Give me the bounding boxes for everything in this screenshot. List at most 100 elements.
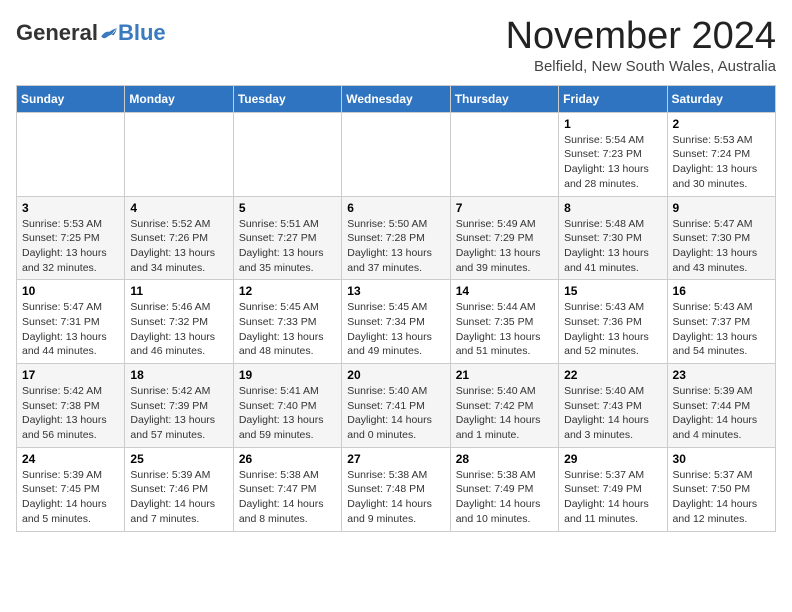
day-info: Sunrise: 5:37 AMSunset: 7:49 PMDaylight:…: [564, 468, 661, 527]
calendar-cell: 20 Sunrise: 5:40 AMSunset: 7:41 PMDayligh…: [342, 364, 450, 448]
calendar-cell: 17 Sunrise: 5:42 AMSunset: 7:38 PMDayligh…: [17, 364, 125, 448]
calendar-week-0: 1Sunrise: 5:54 AMSunset: 7:23 PMDaylight…: [17, 112, 776, 196]
day-number: 24: [22, 452, 119, 466]
day-info: Sunrise: 5:38 AMSunset: 7:47 PMDaylight:…: [239, 468, 336, 527]
calendar-cell: 25Sunrise: 5:39 AMSunset: 7:46 PMDayligh…: [125, 447, 233, 531]
calendar-cell: 26 Sunrise: 5:38 AMSunset: 7:47 PMDayligh…: [233, 447, 341, 531]
calendar-cell: 27 Sunrise: 5:38 AMSunset: 7:48 PMDayligh…: [342, 447, 450, 531]
calendar-cell: 24 Sunrise: 5:39 AMSunset: 7:45 PMDayligh…: [17, 447, 125, 531]
header-tuesday: Tuesday: [233, 85, 341, 112]
calendar-cell: 10 Sunrise: 5:47 AMSunset: 7:31 PMDayligh…: [17, 280, 125, 364]
logo-bird-icon: [100, 24, 118, 42]
day-number: 4: [130, 201, 227, 215]
day-info: Sunrise: 5:51 AMSunset: 7:27 PMDaylight:…: [239, 217, 336, 276]
day-info: Sunrise: 5:39 AMSunset: 7:44 PMDaylight:…: [673, 384, 770, 443]
day-number: 10: [22, 284, 119, 298]
day-info: Sunrise: 5:46 AMSunset: 7:32 PMDaylight:…: [130, 300, 227, 359]
day-number: 16: [673, 284, 770, 298]
day-number: 29: [564, 452, 661, 466]
day-info: Sunrise: 5:40 AMSunset: 7:42 PMDaylight:…: [456, 384, 553, 443]
day-number: 2: [673, 117, 770, 131]
day-number: 7: [456, 201, 553, 215]
title-block: November 2024 Belfield, New South Wales,…: [506, 16, 776, 75]
calendar-week-1: 3Sunrise: 5:53 AMSunset: 7:25 PMDaylight…: [17, 196, 776, 280]
day-number: 1: [564, 117, 661, 131]
calendar-cell: 6Sunrise: 5:50 AMSunset: 7:28 PMDaylight…: [342, 196, 450, 280]
calendar-cell: 1Sunrise: 5:54 AMSunset: 7:23 PMDaylight…: [559, 112, 667, 196]
day-number: 28: [456, 452, 553, 466]
header-sunday: Sunday: [17, 85, 125, 112]
calendar-cell: 16 Sunrise: 5:43 AMSunset: 7:37 PMDayligh…: [667, 280, 775, 364]
day-info: Sunrise: 5:39 AMSunset: 7:45 PMDaylight:…: [22, 468, 119, 527]
day-number: 21: [456, 368, 553, 382]
day-number: 27: [347, 452, 444, 466]
calendar-cell: 22Sunrise: 5:40 AMSunset: 7:43 PMDayligh…: [559, 364, 667, 448]
day-number: 18: [130, 368, 227, 382]
calendar-week-3: 17 Sunrise: 5:42 AMSunset: 7:38 PMDayligh…: [17, 364, 776, 448]
day-info: Sunrise: 5:52 AMSunset: 7:26 PMDaylight:…: [130, 217, 227, 276]
day-number: 14: [456, 284, 553, 298]
calendar-cell: 4 Sunrise: 5:52 AMSunset: 7:26 PMDaylight…: [125, 196, 233, 280]
day-info: Sunrise: 5:37 AMSunset: 7:50 PMDaylight:…: [673, 468, 770, 527]
day-info: Sunrise: 5:49 AMSunset: 7:29 PMDaylight:…: [456, 217, 553, 276]
day-info: Sunrise: 5:39 AMSunset: 7:46 PMDaylight:…: [130, 468, 227, 527]
day-number: 13: [347, 284, 444, 298]
calendar-cell: 21 Sunrise: 5:40 AMSunset: 7:42 PMDayligh…: [450, 364, 558, 448]
calendar-cell: 23Sunrise: 5:39 AMSunset: 7:44 PMDayligh…: [667, 364, 775, 448]
day-info: Sunrise: 5:43 AMSunset: 7:36 PMDaylight:…: [564, 300, 661, 359]
day-info: Sunrise: 5:53 AMSunset: 7:24 PMDaylight:…: [673, 133, 770, 192]
day-info: Sunrise: 5:44 AMSunset: 7:35 PMDaylight:…: [456, 300, 553, 359]
day-info: Sunrise: 5:40 AMSunset: 7:41 PMDaylight:…: [347, 384, 444, 443]
calendar-cell: 19 Sunrise: 5:41 AMSunset: 7:40 PMDayligh…: [233, 364, 341, 448]
day-info: Sunrise: 5:43 AMSunset: 7:37 PMDaylight:…: [673, 300, 770, 359]
calendar-cell: 14 Sunrise: 5:44 AMSunset: 7:35 PMDayligh…: [450, 280, 558, 364]
day-number: 6: [347, 201, 444, 215]
calendar-cell: 29 Sunrise: 5:37 AMSunset: 7:49 PMDayligh…: [559, 447, 667, 531]
header-thursday: Thursday: [450, 85, 558, 112]
day-number: 26: [239, 452, 336, 466]
day-number: 5: [239, 201, 336, 215]
calendar-cell: 8Sunrise: 5:48 AMSunset: 7:30 PMDaylight…: [559, 196, 667, 280]
calendar-week-2: 10 Sunrise: 5:47 AMSunset: 7:31 PMDayligh…: [17, 280, 776, 364]
day-number: 17: [22, 368, 119, 382]
day-info: Sunrise: 5:47 AMSunset: 7:30 PMDaylight:…: [673, 217, 770, 276]
day-info: Sunrise: 5:40 AMSunset: 7:43 PMDaylight:…: [564, 384, 661, 443]
day-number: 20: [347, 368, 444, 382]
calendar-table: Sunday Monday Tuesday Wednesday Thursday…: [16, 85, 776, 532]
header-monday: Monday: [125, 85, 233, 112]
calendar-cell: 9Sunrise: 5:47 AMSunset: 7:30 PMDaylight…: [667, 196, 775, 280]
day-info: Sunrise: 5:42 AMSunset: 7:39 PMDaylight:…: [130, 384, 227, 443]
day-info: Sunrise: 5:42 AMSunset: 7:38 PMDaylight:…: [22, 384, 119, 443]
calendar-cell: 18 Sunrise: 5:42 AMSunset: 7:39 PMDayligh…: [125, 364, 233, 448]
logo-blue-text: Blue: [118, 20, 166, 46]
day-info: Sunrise: 5:38 AMSunset: 7:49 PMDaylight:…: [456, 468, 553, 527]
calendar-cell: [233, 112, 341, 196]
calendar-week-4: 24 Sunrise: 5:39 AMSunset: 7:45 PMDayligh…: [17, 447, 776, 531]
header-saturday: Saturday: [667, 85, 775, 112]
calendar-cell: [125, 112, 233, 196]
calendar-cell: 15 Sunrise: 5:43 AMSunset: 7:36 PMDayligh…: [559, 280, 667, 364]
calendar-header-row: Sunday Monday Tuesday Wednesday Thursday…: [17, 85, 776, 112]
calendar-cell: 3Sunrise: 5:53 AMSunset: 7:25 PMDaylight…: [17, 196, 125, 280]
calendar-cell: 7 Sunrise: 5:49 AMSunset: 7:29 PMDaylight…: [450, 196, 558, 280]
calendar-cell: [450, 112, 558, 196]
month-title: November 2024: [506, 16, 776, 58]
day-info: Sunrise: 5:41 AMSunset: 7:40 PMDaylight:…: [239, 384, 336, 443]
calendar-cell: [342, 112, 450, 196]
day-info: Sunrise: 5:38 AMSunset: 7:48 PMDaylight:…: [347, 468, 444, 527]
day-number: 15: [564, 284, 661, 298]
header: General Blue November 2024 Belfield, New…: [16, 16, 776, 75]
day-number: 8: [564, 201, 661, 215]
day-info: Sunrise: 5:45 AMSunset: 7:34 PMDaylight:…: [347, 300, 444, 359]
header-wednesday: Wednesday: [342, 85, 450, 112]
day-number: 30: [673, 452, 770, 466]
calendar-cell: 13 Sunrise: 5:45 AMSunset: 7:34 PMDayligh…: [342, 280, 450, 364]
day-info: Sunrise: 5:47 AMSunset: 7:31 PMDaylight:…: [22, 300, 119, 359]
calendar-cell: 30 Sunrise: 5:37 AMSunset: 7:50 PMDayligh…: [667, 447, 775, 531]
location-subtitle: Belfield, New South Wales, Australia: [506, 58, 776, 75]
day-number: 11: [130, 284, 227, 298]
calendar-cell: 12Sunrise: 5:45 AMSunset: 7:33 PMDayligh…: [233, 280, 341, 364]
day-number: 19: [239, 368, 336, 382]
calendar-cell: 5 Sunrise: 5:51 AMSunset: 7:27 PMDaylight…: [233, 196, 341, 280]
day-info: Sunrise: 5:53 AMSunset: 7:25 PMDaylight:…: [22, 217, 119, 276]
